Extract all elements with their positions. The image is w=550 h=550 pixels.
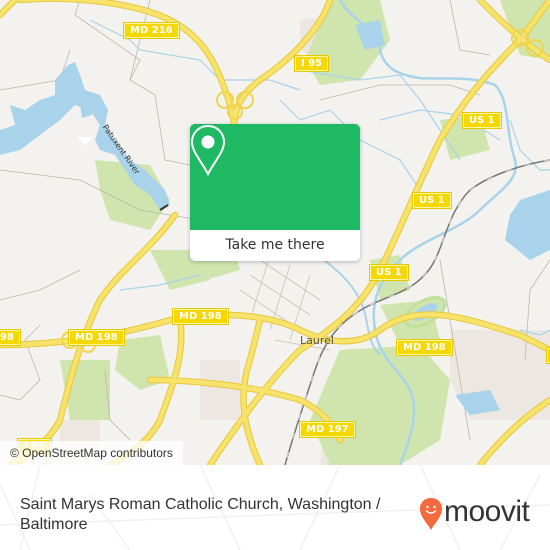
road-shield-md-198-partial: 98 bbox=[0, 330, 20, 345]
road-shield-i-95: I 95 bbox=[295, 56, 329, 71]
moovit-pin-icon bbox=[420, 498, 442, 530]
map-pin-icon bbox=[190, 124, 226, 176]
road-shield-md-198: MD 198 bbox=[173, 309, 228, 324]
road-shield-md-197: MD 197 bbox=[300, 422, 355, 437]
popup-header bbox=[190, 124, 360, 230]
moovit-wordmark: moovit bbox=[444, 495, 530, 528]
place-label-laurel: Laurel bbox=[300, 334, 334, 347]
road-shield-us-1: US 1 bbox=[370, 265, 408, 280]
road-shield-md-216: MD 216 bbox=[124, 23, 179, 38]
place-title: Saint Marys Roman Catholic Church, Washi… bbox=[20, 496, 381, 533]
road-shield-us-1: US 1 bbox=[463, 113, 501, 128]
road-shield-md-198: MD 198 bbox=[397, 340, 452, 355]
take-me-there-button[interactable]: Take me there bbox=[190, 230, 360, 261]
map-attribution[interactable]: © OpenStreetMap contributors bbox=[0, 441, 183, 465]
map-canvas[interactable]: MD 216 I 95 US 1 US 1 US 1 MD 198 MD 198… bbox=[0, 0, 550, 465]
road-shield-us-1: US 1 bbox=[413, 193, 451, 208]
popup-pointer bbox=[77, 137, 93, 145]
location-popup: Take me there bbox=[190, 124, 360, 261]
road-shield-md-198: MD 198 bbox=[69, 330, 124, 345]
